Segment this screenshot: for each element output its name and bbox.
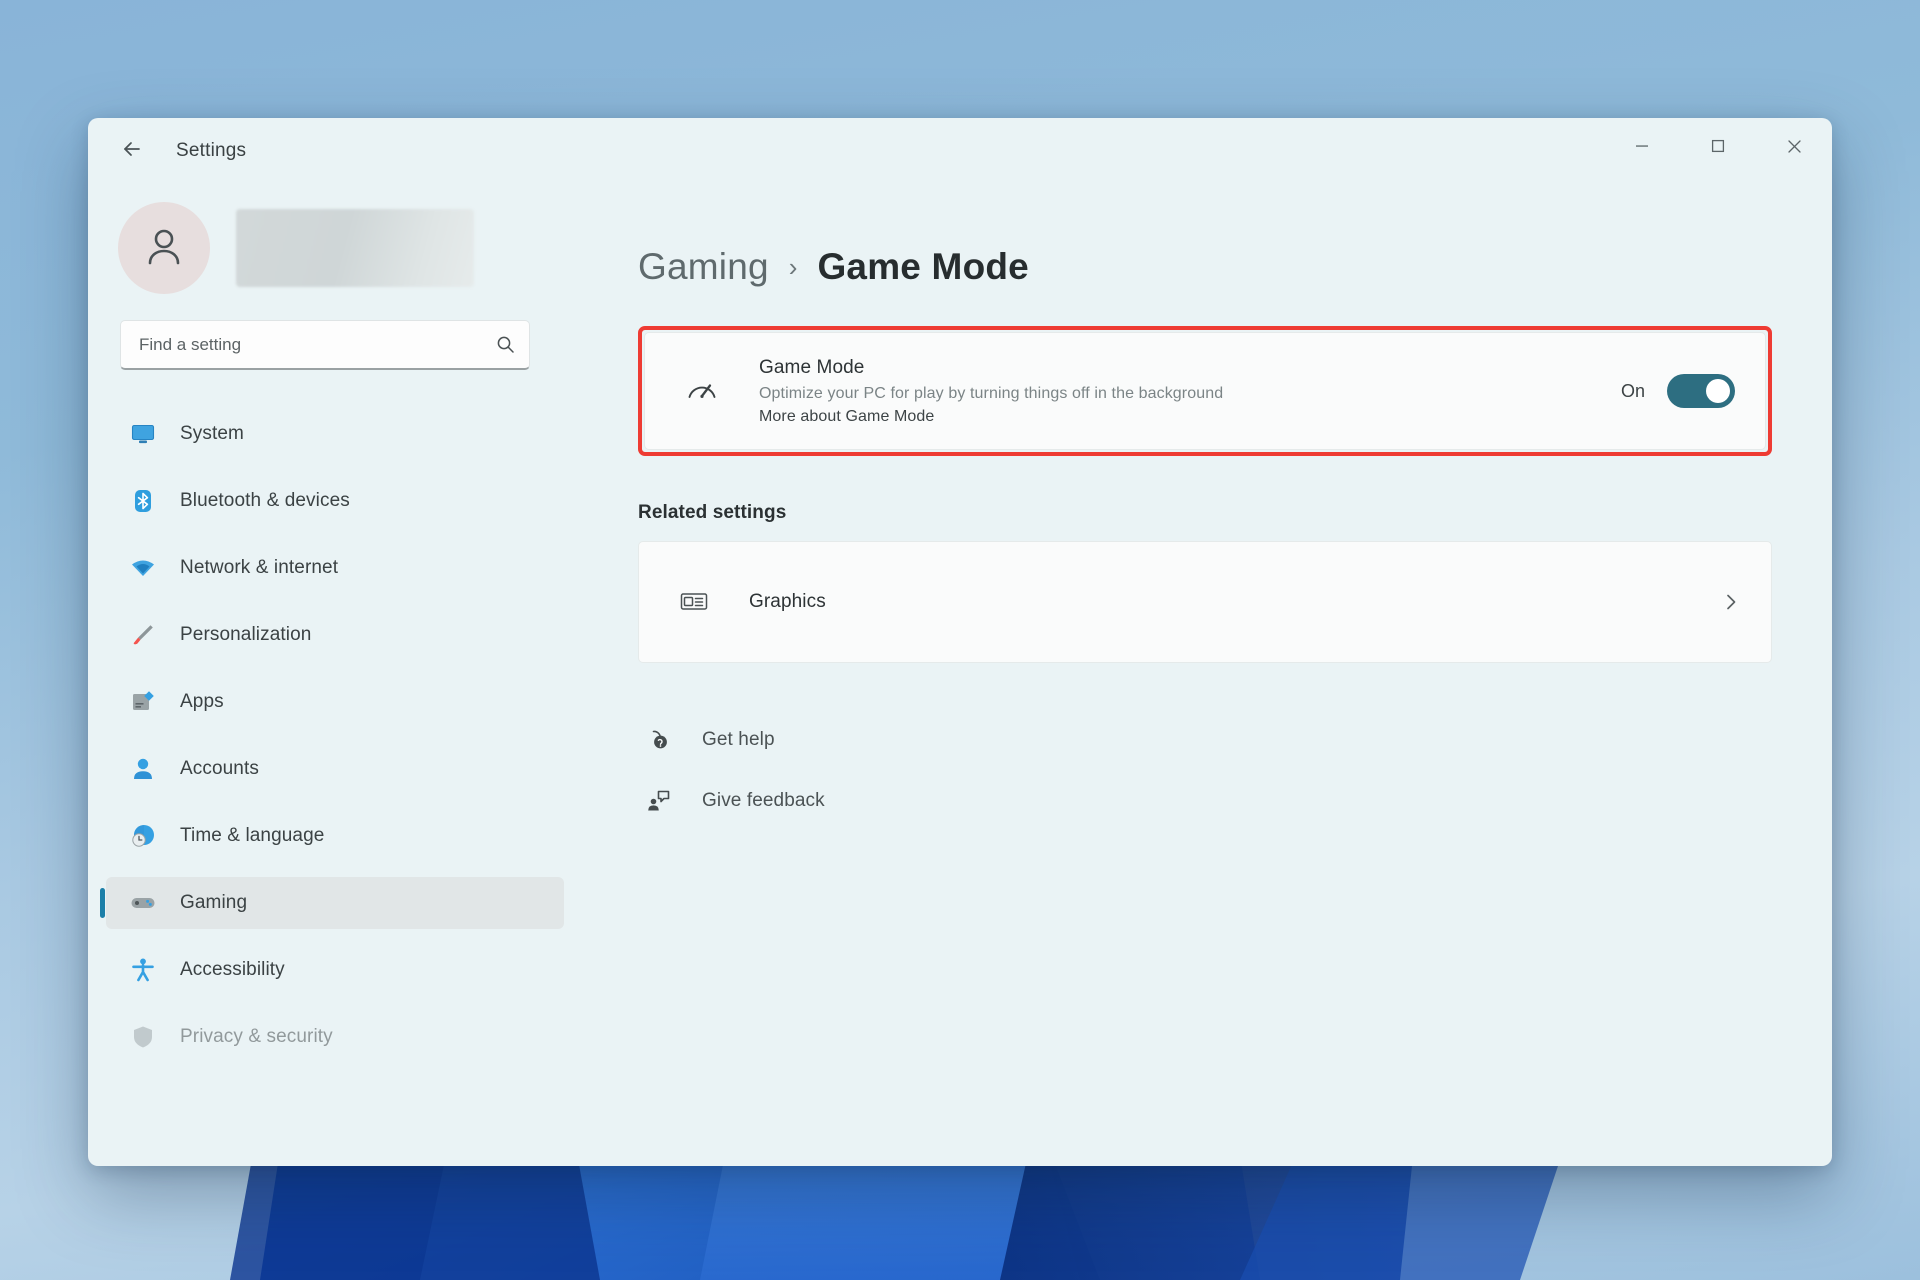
- help-question-icon: [642, 723, 676, 757]
- sidebar-item-label: Accessibility: [180, 959, 285, 981]
- sidebar-item-apps[interactable]: Apps: [106, 676, 564, 728]
- sidebar-item-time-language[interactable]: Time & language: [106, 810, 564, 862]
- sidebar-item-privacy-security[interactable]: Privacy & security: [106, 1011, 564, 1063]
- desktop: Settings: [0, 0, 1920, 1280]
- chevron-right-icon: [1721, 592, 1741, 612]
- sidebar-item-label: Time & language: [180, 825, 324, 847]
- paintbrush-icon: [128, 620, 158, 650]
- sidebar-item-bluetooth-devices[interactable]: Bluetooth & devices: [106, 475, 564, 527]
- content-pane: Gaming › Game Mode: [578, 184, 1832, 1166]
- sidebar-item-label: Privacy & security: [180, 1026, 333, 1048]
- sidebar-nav: System Bluetooth & devices: [88, 408, 578, 1063]
- sidebar-item-label: Apps: [180, 691, 224, 713]
- footer-link-label: Get help: [702, 729, 775, 751]
- apps-icon: [128, 687, 158, 717]
- sidebar-item-accounts[interactable]: Accounts: [106, 743, 564, 795]
- person-avatar-icon: [140, 222, 188, 275]
- back-button[interactable]: [110, 129, 154, 173]
- search-icon: [496, 335, 515, 354]
- give-feedback-link[interactable]: Give feedback: [642, 784, 1772, 818]
- sidebar-item-label: Bluetooth & devices: [180, 490, 350, 512]
- window-controls: [1604, 118, 1832, 174]
- back-arrow-icon: [120, 137, 144, 166]
- sidebar-item-label: Personalization: [180, 624, 311, 646]
- account-block[interactable]: [88, 184, 578, 312]
- graphics-row[interactable]: Graphics: [638, 541, 1772, 663]
- maximize-icon: [1711, 139, 1725, 153]
- sidebar-item-system[interactable]: System: [106, 408, 564, 460]
- more-about-game-mode-link[interactable]: More about Game Mode: [759, 408, 1597, 426]
- minimize-button[interactable]: [1604, 118, 1680, 174]
- account-name-redacted: [236, 209, 474, 287]
- window-title: Settings: [176, 140, 246, 162]
- game-mode-highlight: Game Mode Optimize your PC for play by t…: [638, 326, 1772, 456]
- sidebar: System Bluetooth & devices: [88, 184, 578, 1166]
- bluetooth-icon: [128, 486, 158, 516]
- minimize-icon: [1635, 139, 1649, 153]
- close-button[interactable]: [1756, 118, 1832, 174]
- game-mode-control: On: [1621, 374, 1735, 408]
- toggle-knob: [1706, 379, 1730, 403]
- sidebar-item-label: Accounts: [180, 758, 259, 780]
- speedometer-icon: [679, 368, 725, 414]
- sidebar-item-label: Network & internet: [180, 557, 338, 579]
- close-icon: [1787, 139, 1802, 154]
- toggle-state-label: On: [1621, 381, 1645, 402]
- game-mode-texts: Game Mode Optimize your PC for play by t…: [759, 357, 1597, 426]
- accessibility-person-icon: [128, 955, 158, 985]
- sidebar-item-network-internet[interactable]: Network & internet: [106, 542, 564, 594]
- breadcrumb-parent[interactable]: Gaming: [638, 246, 769, 288]
- monitor-icon: [128, 419, 158, 449]
- footer-link-label: Give feedback: [702, 790, 825, 812]
- page-title: Game Mode: [817, 246, 1029, 288]
- search-box[interactable]: [120, 320, 530, 370]
- game-mode-toggle[interactable]: [1667, 374, 1735, 408]
- breadcrumb: Gaming › Game Mode: [638, 246, 1772, 288]
- feedback-person-icon: [642, 784, 676, 818]
- search-input[interactable]: [139, 335, 496, 355]
- sidebar-item-accessibility[interactable]: Accessibility: [106, 944, 564, 996]
- chevron-right-icon: ›: [789, 252, 798, 283]
- title-bar: Settings: [88, 118, 1832, 184]
- footer-links: Get help Give feedback: [638, 723, 1772, 818]
- sidebar-item-gaming[interactable]: Gaming: [106, 877, 564, 929]
- sidebar-item-label: System: [180, 423, 244, 445]
- avatar: [118, 202, 210, 294]
- sidebar-item-label: Gaming: [180, 892, 247, 914]
- gamepad-icon: [128, 888, 158, 918]
- graphics-label: Graphics: [749, 591, 1721, 613]
- shield-lock-icon: [128, 1022, 158, 1052]
- maximize-button[interactable]: [1680, 118, 1756, 174]
- game-mode-title: Game Mode: [759, 357, 1597, 379]
- game-mode-description: Optimize your PC for play by turning thi…: [759, 385, 1597, 403]
- clock-globe-icon: [128, 821, 158, 851]
- network-wifi-icon: [128, 553, 158, 583]
- get-help-link[interactable]: Get help: [642, 723, 1772, 757]
- graphics-card-icon: [673, 581, 715, 623]
- game-mode-card: Game Mode Optimize your PC for play by t…: [644, 332, 1766, 450]
- settings-window: Settings: [88, 118, 1832, 1166]
- account-person-icon: [128, 754, 158, 784]
- related-settings-heading: Related settings: [638, 502, 1772, 524]
- sidebar-item-personalization[interactable]: Personalization: [106, 609, 564, 661]
